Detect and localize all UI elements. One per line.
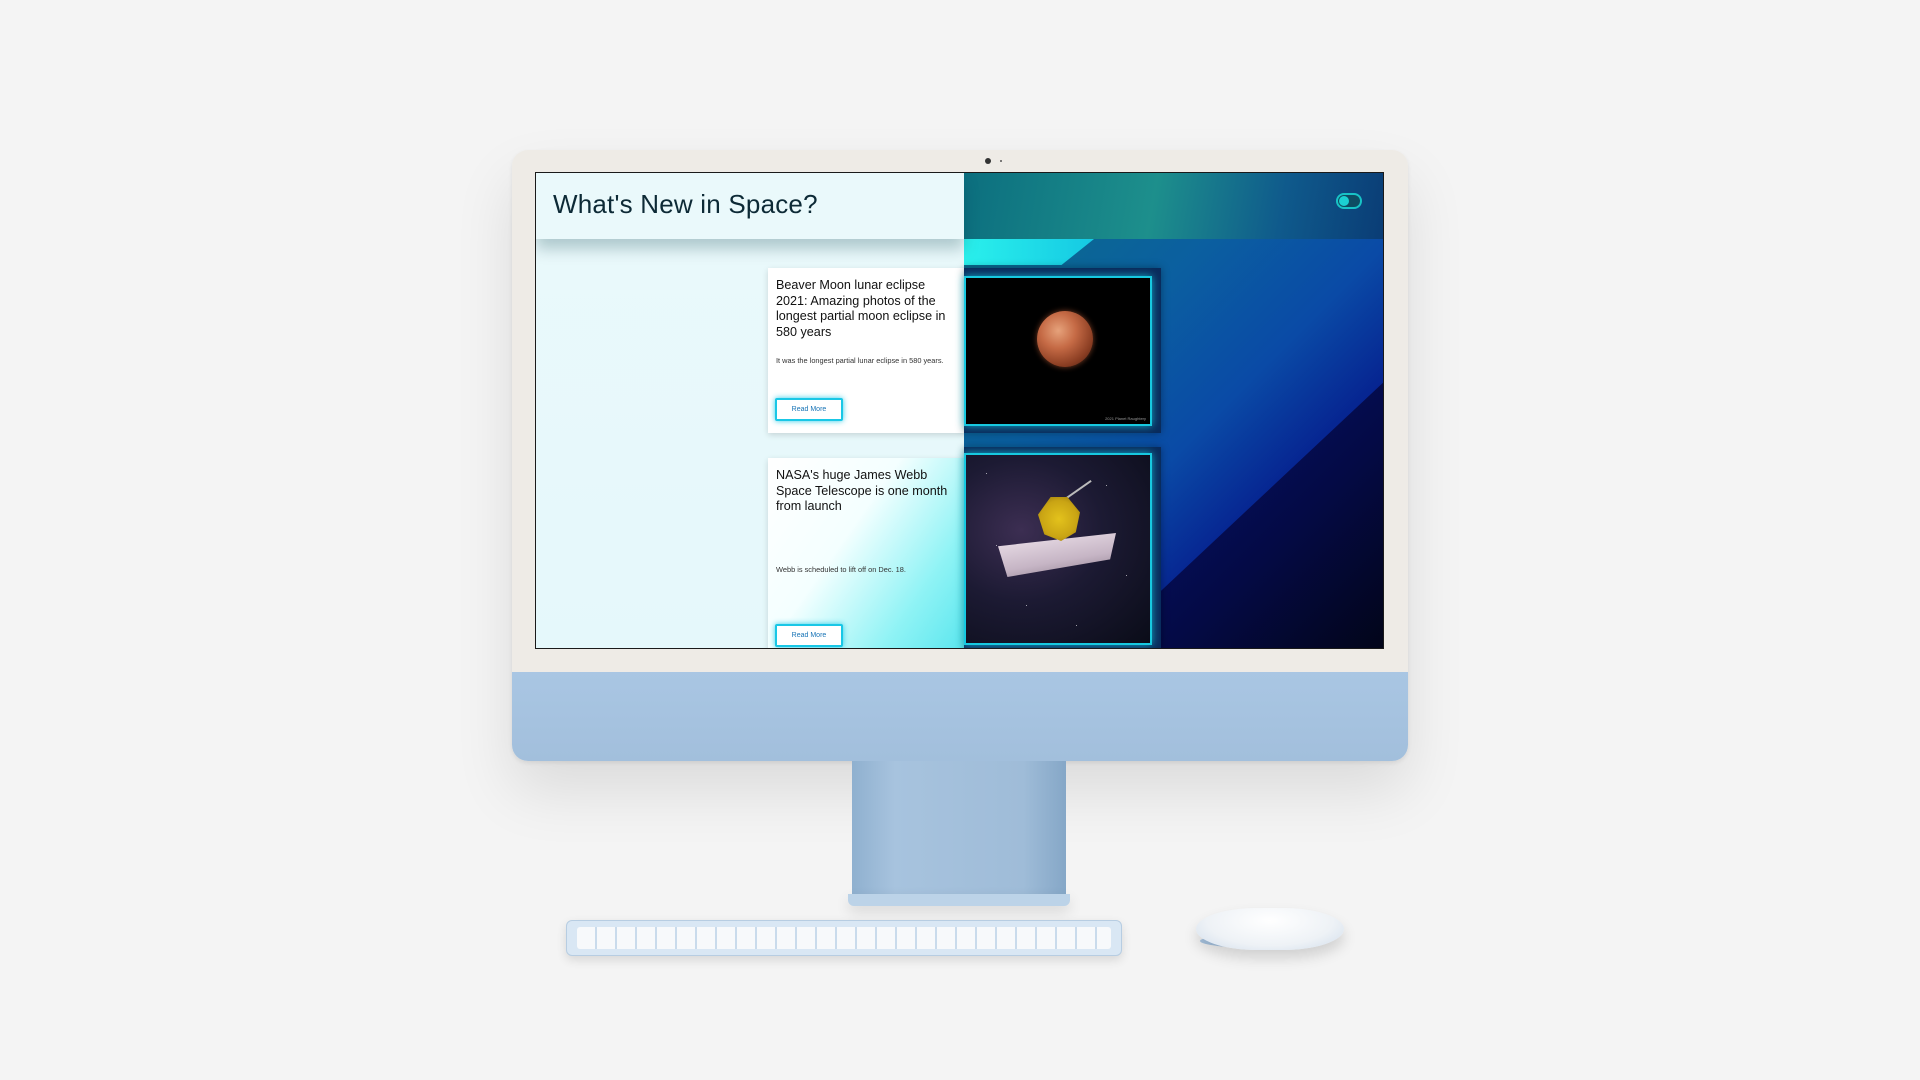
- imac-chin: [512, 672, 1408, 761]
- keyboard: [566, 920, 1122, 956]
- lunar-eclipse-image[interactable]: 2021 Planet Raughtery: [964, 276, 1152, 426]
- toggle-knob: [1339, 196, 1349, 206]
- article-image-panel: 2021 Planet Raughtery: [964, 268, 1161, 433]
- cyan-accent-band: [964, 239, 1094, 265]
- camera-indicator-icon: [1000, 160, 1002, 162]
- mouse: [1196, 908, 1344, 950]
- header-bar: What's New in Space?: [536, 173, 964, 239]
- imac-stand-foot: [848, 894, 1070, 906]
- read-more-button[interactable]: Read More: [775, 398, 843, 421]
- page-title: What's New in Space?: [553, 189, 818, 219]
- article-image-panel: [964, 447, 1161, 648]
- moon-icon: [1037, 311, 1093, 367]
- read-more-button[interactable]: Read More: [775, 624, 843, 647]
- article-title[interactable]: Beaver Moon lunar eclipse 2021: Amazing …: [776, 278, 958, 340]
- article-description: It was the longest partial lunar eclipse…: [776, 356, 944, 365]
- imac-stand: [852, 761, 1066, 906]
- screen: What's New in Space? Beaver Moon lunar e…: [535, 172, 1384, 649]
- keyboard-keys: [577, 927, 1111, 949]
- header-glow: [964, 173, 1383, 239]
- james-webb-telescope-image[interactable]: [964, 453, 1152, 645]
- article-card: NASA's huge James Webb Space Telescope i…: [768, 458, 964, 648]
- photo-credit: 2021 Planet Raughtery: [1105, 416, 1146, 421]
- toggle-switch-icon[interactable]: [1336, 193, 1362, 209]
- article-card: Beaver Moon lunar eclipse 2021: Amazing …: [768, 268, 964, 433]
- article-title[interactable]: NASA's huge James Webb Space Telescope i…: [776, 468, 958, 515]
- telescope-mirror-icon: [1038, 497, 1080, 541]
- article-description: Webb is scheduled to lift off on Dec. 18…: [776, 565, 906, 574]
- telescope-sunshield: [998, 533, 1116, 577]
- telescope-boom: [1064, 480, 1092, 500]
- camera-icon: [985, 158, 991, 164]
